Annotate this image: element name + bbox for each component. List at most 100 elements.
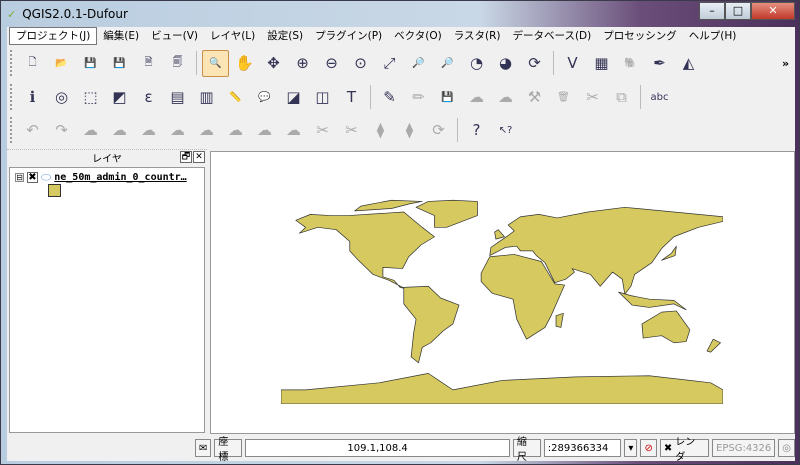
crs-status-button[interactable]: EPSG:4326 — [712, 439, 776, 457]
zoom-layer-button[interactable]: 🔎 — [434, 50, 461, 77]
menu-item-9[interactable]: プロセッシング — [597, 28, 683, 44]
toggle-editing-button[interactable]: ✎ — [376, 84, 403, 111]
current-edits-button[interactable]: ✏ — [405, 84, 432, 111]
save-project-button[interactable]: 💾 — [77, 50, 104, 77]
toolbar-separator — [370, 85, 371, 109]
menu-item-10[interactable]: ヘルプ(H) — [683, 28, 743, 44]
deselect-button[interactable]: ◩ — [106, 84, 133, 111]
toolbar-grip[interactable] — [10, 117, 14, 143]
maximize-button[interactable]: □ — [725, 2, 751, 20]
rotate-symbols-button[interactable]: ⟳ — [425, 117, 452, 144]
measure-button[interactable]: 📏 — [222, 84, 249, 111]
layer-symbol-swatch[interactable] — [48, 184, 61, 197]
add-spatialite-layer-button[interactable]: ✒ — [646, 50, 673, 77]
zoom-selection-button[interactable]: 🔎 — [405, 50, 432, 77]
delete-ring-button[interactable]: ☁ — [193, 117, 220, 144]
help-contents-button[interactable]: ? — [463, 117, 490, 144]
reshape-button[interactable]: ☁ — [251, 117, 278, 144]
cut-features-button[interactable]: ✂ — [579, 84, 606, 111]
annotation-button[interactable]: 💬 — [251, 84, 278, 111]
fill-ring-button[interactable]: ☁ — [164, 117, 191, 144]
composer-manager-button[interactable]: 🗐 — [164, 50, 191, 77]
menu-item-5[interactable]: プラグイン(P) — [309, 28, 388, 44]
render-checkbox[interactable]: ✖ — [664, 443, 672, 454]
redo-button[interactable]: ↷ — [48, 117, 75, 144]
close-panel-button[interactable]: ✕ — [193, 151, 205, 163]
add-raster-layer-button[interactable]: ▦ — [588, 50, 615, 77]
scale-dropdown-button[interactable]: ▾ — [624, 439, 638, 457]
toolbar-overflow-button[interactable]: » — [782, 57, 789, 70]
pan-button[interactable]: ✋ — [231, 50, 258, 77]
zoom-out-button[interactable]: ⊖ — [318, 50, 345, 77]
whats-this-button[interactable]: ↖? — [492, 117, 519, 144]
new-bookmark-button[interactable]: ◫ — [309, 84, 336, 111]
zoom-actual-button[interactable]: ⊙ — [347, 50, 374, 77]
merge-attributes-button[interactable]: ⧫ — [396, 117, 423, 144]
node-tool-button[interactable]: ⚒ — [521, 84, 548, 111]
add-part-button[interactable]: ☁ — [135, 117, 162, 144]
attribute-table-button[interactable]: ▤ — [164, 84, 191, 111]
map-tips-button[interactable]: ◪ — [280, 84, 307, 111]
select-button[interactable]: ⬚ — [77, 84, 104, 111]
projection-button[interactable]: ◎ — [778, 439, 795, 457]
toolbar-grip[interactable] — [10, 50, 14, 76]
text-annotation-button[interactable]: T — [338, 84, 365, 111]
pan-to-selection-button[interactable]: 🔍 — [202, 49, 229, 77]
layer-name[interactable]: ne_50m_admin_0_countr… — [54, 172, 186, 183]
offset-curve-button[interactable]: ☁ — [280, 117, 307, 144]
menu-item-0[interactable]: プロジェクト(J) — [9, 27, 98, 45]
menu-item-2[interactable]: ビュー(V) — [145, 28, 204, 44]
render-toggle[interactable]: ✖ レンダ — [659, 437, 709, 463]
expression-select-button[interactable]: ε — [135, 84, 162, 111]
add-wms-layer-button[interactable]: ◭ — [675, 50, 702, 77]
collapse-icon[interactable]: ⊟ — [15, 172, 24, 182]
move-feature-button[interactable]: ☁ — [492, 84, 519, 111]
add-vector-layer-button[interactable]: V — [559, 50, 586, 77]
layer-item[interactable]: ⊟ ✖ ⬭ ne_50m_admin_0_countr… — [10, 170, 204, 184]
menu-item-4[interactable]: 設定(S) — [261, 28, 309, 44]
zoom-last-button[interactable]: ◔ — [463, 50, 490, 77]
identify-button[interactable]: ℹ — [19, 84, 46, 111]
menu-item-6[interactable]: ベクタ(O) — [388, 28, 448, 44]
add-ring-button[interactable]: ☁ — [106, 117, 133, 144]
message-log-button[interactable]: ✉ — [195, 439, 212, 457]
menu-item-1[interactable]: 編集(E) — [97, 28, 145, 44]
add-feature-button[interactable]: ☁ — [463, 84, 490, 111]
float-panel-button[interactable]: 🗗 — [180, 151, 192, 163]
zoom-in-button[interactable]: ⊕ — [289, 50, 316, 77]
coordinate-field[interactable]: 109.1,108.4 — [245, 439, 510, 457]
split-features-button[interactable]: ✂ — [309, 117, 336, 144]
save-edits-button[interactable]: 💾 — [434, 84, 461, 111]
menu-item-8[interactable]: データベース(D) — [506, 28, 597, 44]
toolbar-grip[interactable] — [10, 84, 14, 110]
zoom-next-button[interactable]: ◕ — [492, 50, 519, 77]
save-as-button[interactable]: 💾 — [106, 50, 133, 77]
field-calculator-icon: ▥ — [199, 88, 214, 106]
undo-button[interactable]: ↶ — [19, 117, 46, 144]
label-button[interactable]: abc — [646, 84, 673, 111]
scale-input[interactable]: :289366334 — [543, 439, 622, 457]
split-parts-button[interactable]: ✂ — [338, 117, 365, 144]
close-button[interactable]: ✕ — [751, 2, 795, 20]
merge-selected-button[interactable]: ⧫ — [367, 117, 394, 144]
minimize-button[interactable]: – — [699, 2, 725, 20]
field-calculator-button[interactable]: ▥ — [193, 84, 220, 111]
menu-item-7[interactable]: ラスタ(R) — [448, 28, 507, 44]
simplify-button[interactable]: ☁ — [77, 117, 104, 144]
identify-dropdown-button[interactable]: ◎ — [48, 84, 75, 111]
copy-features-button[interactable]: ⧉ — [608, 84, 635, 111]
new-print-composer-button[interactable]: 🗎 — [135, 50, 162, 77]
delete-selected-button[interactable]: 🗑 — [550, 84, 577, 111]
map-canvas[interactable] — [210, 151, 795, 434]
zoom-full-button[interactable]: ⤢ — [376, 50, 403, 77]
layer-visibility-checkbox[interactable]: ✖ — [27, 171, 38, 183]
coord-toggle-button[interactable]: 座標 — [214, 437, 243, 463]
refresh-button[interactable]: ⟳ — [521, 50, 548, 77]
stop-render-button[interactable]: ⊘ — [640, 439, 657, 457]
add-postgis-layer-button[interactable]: 🐘 — [617, 50, 644, 77]
delete-part-button[interactable]: ☁ — [222, 117, 249, 144]
open-project-button[interactable]: 📂 — [48, 50, 75, 77]
menu-item-3[interactable]: レイヤ(L) — [204, 28, 261, 44]
pan-map-to-selection-button[interactable]: ✥ — [260, 50, 287, 77]
new-project-button[interactable]: 🗋 — [19, 50, 46, 77]
